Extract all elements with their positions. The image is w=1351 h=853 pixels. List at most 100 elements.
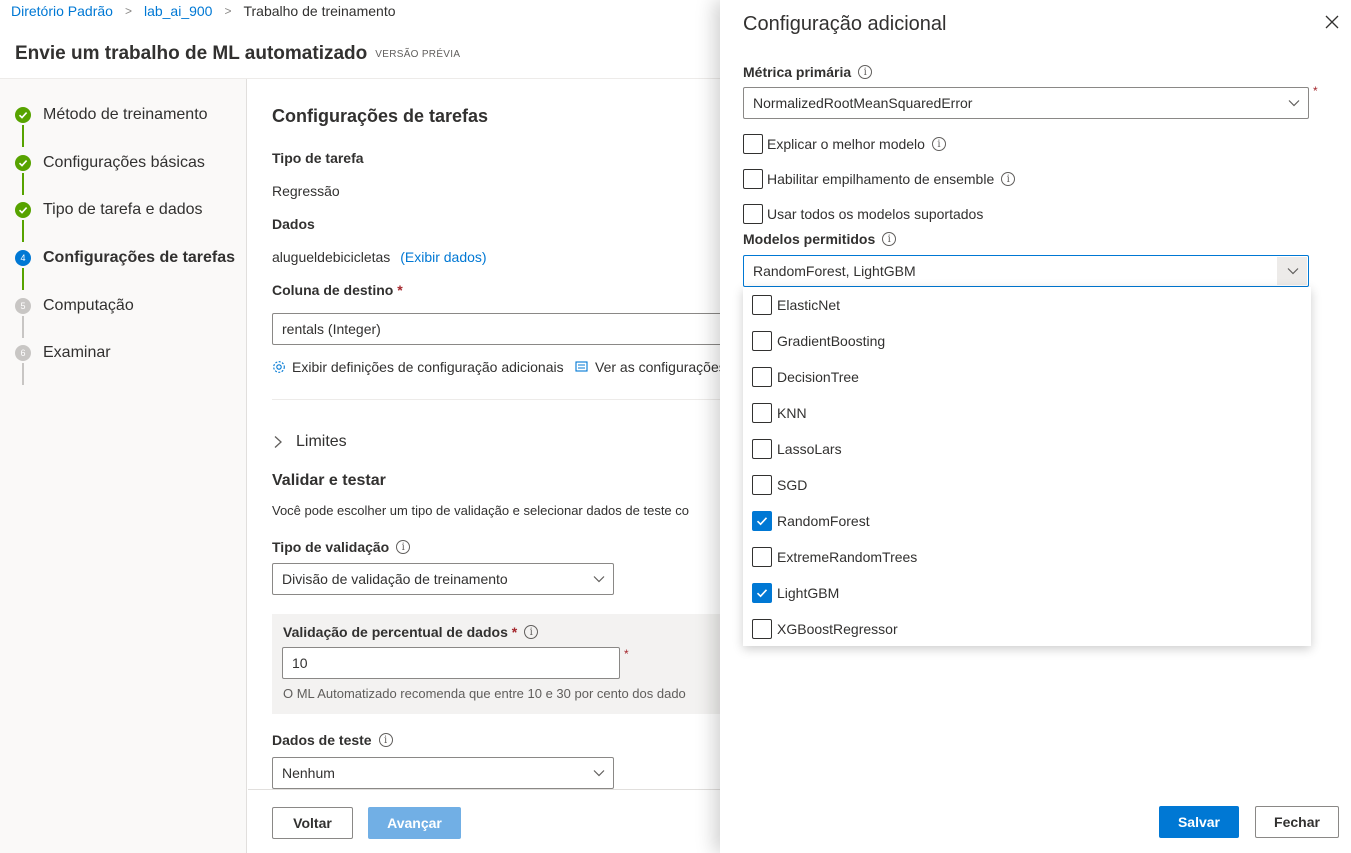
option-gradientboosting[interactable]: GradientBoosting xyxy=(752,323,885,359)
validation-type-label: Tipo de validação i xyxy=(272,539,411,555)
check-icon xyxy=(756,589,768,598)
checkbox-checked[interactable] xyxy=(752,583,772,603)
checkbox-checked[interactable] xyxy=(752,511,772,531)
validate-title: Validar e testar xyxy=(272,472,386,489)
checkbox[interactable] xyxy=(752,547,772,567)
explain-best-model-checkbox[interactable]: Explicar o melhor modelo i xyxy=(743,134,946,154)
allowed-models-options: ElasticNet GradientBoosting DecisionTree… xyxy=(743,287,1311,646)
wizard-steps: Método de treinamento Configurações bási… xyxy=(0,79,247,853)
limits-toggle[interactable]: Limites xyxy=(272,433,347,451)
option-sgd[interactable]: SGD xyxy=(752,467,807,503)
option-decisiontree[interactable]: DecisionTree xyxy=(752,359,859,395)
checkbox[interactable] xyxy=(752,619,772,639)
close-button[interactable]: Fechar xyxy=(1255,806,1339,838)
next-button[interactable]: Avançar xyxy=(368,807,461,839)
option-lightgbm[interactable]: LightGBM xyxy=(752,575,839,611)
breadcrumb-link-default-directory[interactable]: Diretório Padrão xyxy=(11,3,113,19)
required-mark: * xyxy=(624,647,629,661)
info-icon[interactable]: i xyxy=(396,540,411,554)
primary-metric-dropdown[interactable]: NormalizedRootMeanSquaredError xyxy=(743,87,1309,119)
data-label: Dados xyxy=(272,216,315,232)
allowed-models-label: Modelos permitidos i xyxy=(743,231,897,247)
percent-input[interactable]: 10 xyxy=(282,647,620,679)
back-button[interactable]: Voltar xyxy=(272,807,353,839)
option-randomforest[interactable]: RandomForest xyxy=(752,503,870,539)
option-lassolars[interactable]: LassoLars xyxy=(752,431,842,467)
step-training-method[interactable]: Método de treinamento xyxy=(15,106,208,124)
validate-description: Você pode escolher um tipo de validação … xyxy=(272,503,689,518)
required-mark: * xyxy=(1313,84,1318,98)
checkbox[interactable] xyxy=(752,439,772,459)
wizard-footer: Voltar Avançar xyxy=(248,789,720,853)
step-connector xyxy=(22,220,24,242)
chevron-down-icon xyxy=(1287,268,1299,275)
ensemble-stacking-checkbox[interactable]: Habilitar empilhamento de ensemble i xyxy=(743,169,1016,189)
view-data-link[interactable]: (Exibir dados) xyxy=(400,249,486,265)
checkbox[interactable] xyxy=(743,204,763,224)
step-connector xyxy=(22,173,24,195)
test-data-dropdown[interactable]: Nenhum xyxy=(272,757,614,789)
target-column-input[interactable]: rentals (Integer) xyxy=(272,313,720,345)
dataset-name: alugueldebicicletas xyxy=(272,249,391,265)
breadcrumb-separator-icon: > xyxy=(224,4,232,18)
gear-icon xyxy=(273,361,285,373)
step-label: Computação xyxy=(43,297,134,314)
chevron-right-icon xyxy=(274,436,282,448)
step-number: 6 xyxy=(15,345,31,361)
close-icon[interactable] xyxy=(1324,14,1340,30)
target-column-label: Coluna de destino * xyxy=(272,282,403,298)
option-elasticnet[interactable]: ElasticNet xyxy=(752,287,840,323)
data-row: alugueldebicicletas (Exibir dados) xyxy=(272,249,487,265)
info-icon[interactable]: i xyxy=(858,65,873,79)
step-connector xyxy=(22,268,24,290)
additional-config-panel: Configuração adicional Métrica primária i… xyxy=(720,0,1351,853)
step-connector xyxy=(22,316,24,338)
main-content: Configurações de tarefas Tipo de tarefa … xyxy=(248,79,720,853)
allowed-models-dropdown[interactable]: RandomForest, LightGBM xyxy=(743,255,1309,287)
breadcrumb-link-workspace[interactable]: lab_ai_900 xyxy=(144,3,213,19)
chevron-down-icon xyxy=(593,770,605,777)
info-icon[interactable]: i xyxy=(931,137,946,151)
step-task-type-data[interactable]: Tipo de tarefa e dados xyxy=(15,201,203,219)
option-xgboostregressor[interactable]: XGBoostRegressor xyxy=(752,611,898,647)
percent-hint: O ML Automatizado recomenda que entre 10… xyxy=(283,686,686,701)
checkbox[interactable] xyxy=(752,475,772,495)
breadcrumb-current: Trabalho de treinamento xyxy=(243,3,396,19)
view-settings-link[interactable]: Ver as configurações xyxy=(575,359,720,375)
checkbox[interactable] xyxy=(743,134,763,154)
step-label: Tipo de tarefa e dados xyxy=(43,201,203,218)
info-icon[interactable]: i xyxy=(1001,172,1016,186)
step-compute[interactable]: 5 Computação xyxy=(15,297,134,315)
validation-type-dropdown[interactable]: Divisão de validação de treinamento xyxy=(272,563,614,595)
check-icon xyxy=(15,107,31,123)
step-task-settings[interactable]: 4 Configurações de tarefas xyxy=(15,249,235,267)
option-knn[interactable]: KNN xyxy=(752,395,807,431)
step-label: Configurações de tarefas xyxy=(43,249,236,266)
checkbox[interactable] xyxy=(752,295,772,315)
breadcrumb-separator-icon: > xyxy=(124,4,132,18)
info-icon[interactable]: i xyxy=(378,733,393,747)
step-connector xyxy=(22,125,24,147)
step-label: Examinar xyxy=(43,344,111,361)
chevron-down-icon xyxy=(1288,100,1300,107)
info-icon[interactable]: i xyxy=(882,232,897,246)
save-button[interactable]: Salvar xyxy=(1159,806,1239,838)
step-connector xyxy=(22,363,24,385)
checkbox[interactable] xyxy=(752,331,772,351)
use-all-models-checkbox[interactable]: Usar todos os modelos suportados xyxy=(743,204,983,224)
additional-settings-link[interactable]: Exibir definições de configuração adicio… xyxy=(272,359,564,375)
checkbox[interactable] xyxy=(743,169,763,189)
primary-metric-label: Métrica primária i xyxy=(743,64,873,80)
step-label: Configurações básicas xyxy=(43,154,205,171)
percent-label: Validação de percentual de dados * i xyxy=(283,624,539,640)
checkbox[interactable] xyxy=(752,403,772,423)
breadcrumb: Diretório Padrão > lab_ai_900 > Trabalho… xyxy=(11,2,396,20)
settings-list-icon xyxy=(575,361,588,372)
page-title-row: Envie um trabalho de ML automatizado VER… xyxy=(15,43,460,65)
step-review[interactable]: 6 Examinar xyxy=(15,344,111,362)
section-divider xyxy=(272,399,720,400)
info-icon[interactable]: i xyxy=(524,625,539,639)
step-basic-settings[interactable]: Configurações básicas xyxy=(15,154,205,172)
checkbox[interactable] xyxy=(752,367,772,387)
option-extremerandomtrees[interactable]: ExtremeRandomTrees xyxy=(752,539,917,575)
